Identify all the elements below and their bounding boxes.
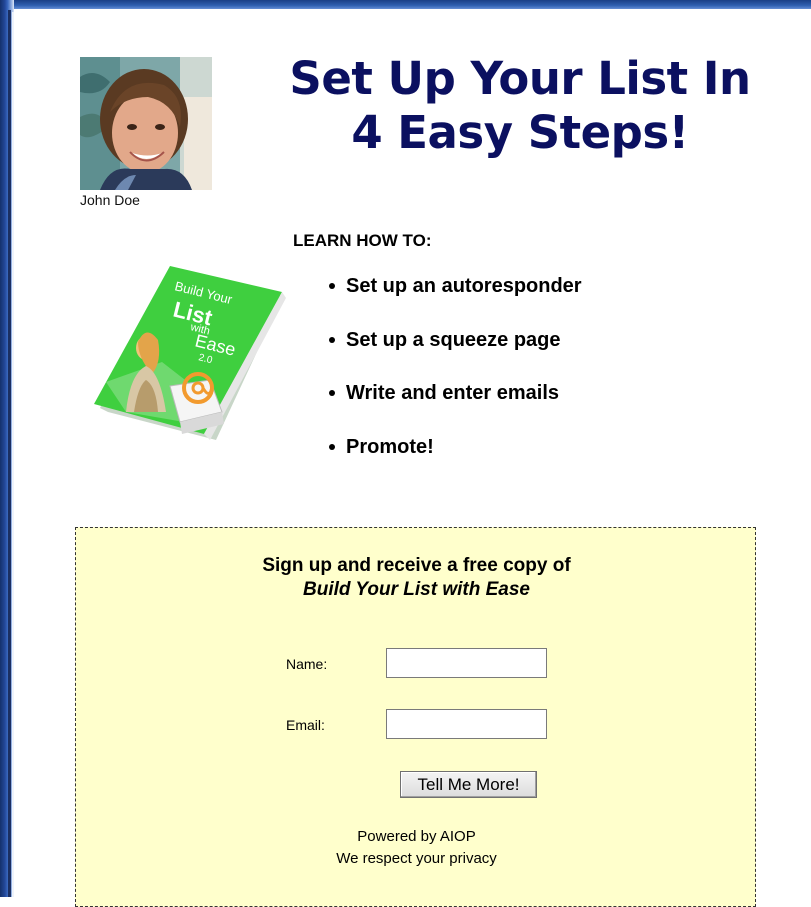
list-item: Set up an autoresponder: [322, 272, 582, 326]
optin-headline: Sign up and receive a free copy of: [262, 555, 571, 576]
author-name: John Doe: [80, 192, 140, 208]
list-item-label: Set up an autoresponder: [346, 275, 582, 297]
list-item-label: Write and enter emails: [346, 382, 560, 404]
powered-by-text: Powered by AIOP: [357, 828, 476, 845]
tell-me-more-button[interactable]: Tell Me More!: [400, 771, 537, 798]
list-item: Promote!: [322, 433, 582, 487]
name-field-label: Name:: [286, 656, 328, 672]
list-item-label: Promote!: [346, 435, 434, 458]
page-title-line-1: Set Up Your List In: [289, 52, 751, 105]
bullet-icon: [329, 390, 335, 396]
learn-list: Set up an autoresponder Set up a squeeze…: [322, 272, 582, 486]
email-field[interactable]: [386, 709, 547, 739]
page: John Doe Set Up Your List In 4 Easy Step…: [0, 0, 811, 907]
window-left-inner-edge: [12, 12, 14, 897]
author-photo-icon: [80, 57, 212, 190]
window-top-inner-edge: [8, 9, 811, 12]
email-field-label: Email:: [286, 717, 325, 733]
optin-product-name: Build Your List with Ease: [303, 579, 530, 600]
learn-how-to-label: LEARN HOW TO:: [293, 231, 432, 250]
list-item-label: Set up a squeeze page: [346, 328, 561, 351]
bullet-icon: [329, 283, 335, 289]
name-field[interactable]: [386, 648, 547, 678]
page-title-line-2: 4 Easy Steps!: [351, 106, 689, 159]
page-title: Set Up Your List In 4 Easy Steps!: [260, 52, 780, 160]
privacy-text: We respect your privacy: [336, 850, 497, 867]
list-item: Set up a squeeze page: [322, 326, 582, 380]
window-left-border-line: [8, 10, 11, 897]
ebook-cover-icon: Build Your List with Ease 2.0: [86, 262, 296, 447]
bullet-icon: [329, 336, 335, 343]
list-item: Write and enter emails: [322, 379, 582, 433]
optin-form: Sign up and receive a free copy of Build…: [75, 527, 756, 907]
bullet-icon: [329, 443, 335, 450]
